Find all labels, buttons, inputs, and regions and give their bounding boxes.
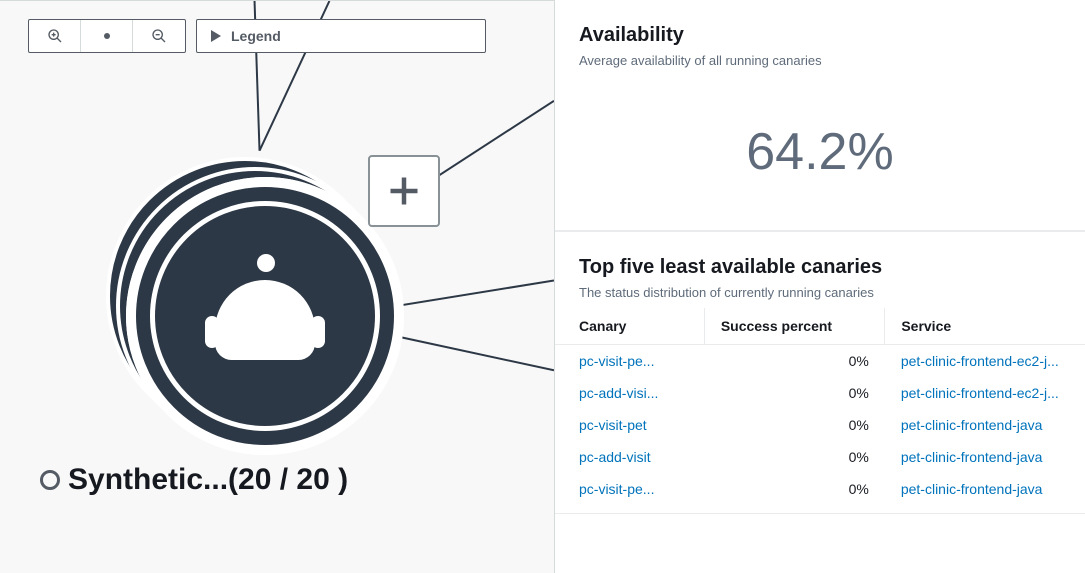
service-link[interactable]: pet-clinic-frontend-ec2-j... [885, 345, 1085, 378]
plus-icon [386, 173, 422, 209]
success-percent: 0% [704, 377, 885, 409]
success-percent: 0% [704, 345, 885, 378]
canary-table: Canary Success percent Service pc-visit-… [555, 308, 1085, 505]
node-label-text: Synthetic...(20 / 20 ) [68, 463, 348, 497]
table-row: pc-visit-pe...0%pet-clinic-frontend-java [555, 473, 1085, 505]
canary-link[interactable]: pc-add-visit [555, 441, 704, 473]
canary-node[interactable] [110, 161, 400, 451]
zoom-in-icon [47, 28, 63, 44]
availability-subtitle: Average availability of all running cana… [579, 53, 1061, 68]
table-row: pc-visit-pe...0%pet-clinic-frontend-ec2-… [555, 345, 1085, 378]
col-canary[interactable]: Canary [555, 308, 704, 345]
availability-metric: 64.2% [555, 76, 1085, 231]
availability-title: Availability [579, 24, 1061, 47]
service-link[interactable]: pet-clinic-frontend-java [885, 409, 1085, 441]
canary-icon [195, 246, 335, 386]
table-row: pc-add-visi...0%pet-clinic-frontend-ec2-… [555, 377, 1085, 409]
zoom-controls [28, 19, 186, 53]
details-panel: Availability Average availability of all… [555, 0, 1085, 573]
service-link[interactable]: pet-clinic-frontend-java [885, 473, 1085, 505]
success-percent: 0% [704, 473, 885, 505]
map-panel[interactable]: Legend Synthetic...(20 / 20 ) [0, 0, 555, 573]
table-row: pc-visit-pet0%pet-clinic-frontend-java [555, 409, 1085, 441]
canary-link[interactable]: pc-add-visi... [555, 377, 704, 409]
top-five-subtitle: The status distribution of currently run… [579, 285, 1061, 300]
zoom-reset-button[interactable] [81, 20, 133, 52]
legend-label: Legend [231, 28, 281, 44]
top-five-card: Top five least available canaries The st… [555, 231, 1085, 514]
status-ring-icon [40, 470, 60, 490]
zoom-in-button[interactable] [29, 20, 81, 52]
availability-card: Availability Average availability of all… [555, 0, 1085, 231]
canary-link[interactable]: pc-visit-pe... [555, 345, 704, 378]
top-five-title: Top five least available canaries [579, 256, 1061, 279]
success-percent: 0% [704, 441, 885, 473]
success-percent: 0% [704, 409, 885, 441]
zoom-out-icon [151, 28, 167, 44]
table-row: pc-add-visit0%pet-clinic-frontend-java [555, 441, 1085, 473]
col-success[interactable]: Success percent [704, 308, 885, 345]
service-link[interactable]: pet-clinic-frontend-ec2-j... [885, 377, 1085, 409]
zoom-out-button[interactable] [133, 20, 185, 52]
legend-button[interactable]: Legend [196, 19, 486, 53]
canary-link[interactable]: pc-visit-pe... [555, 473, 704, 505]
node-circle [126, 177, 404, 455]
map-toolbar: Legend [28, 19, 486, 53]
expand-node-button[interactable] [368, 155, 440, 227]
col-service[interactable]: Service [885, 308, 1085, 345]
dot-icon [104, 33, 110, 39]
play-icon [211, 30, 221, 42]
service-link[interactable]: pet-clinic-frontend-java [885, 441, 1085, 473]
node-label: Synthetic...(20 / 20 ) [40, 463, 348, 497]
canary-link[interactable]: pc-visit-pet [555, 409, 704, 441]
